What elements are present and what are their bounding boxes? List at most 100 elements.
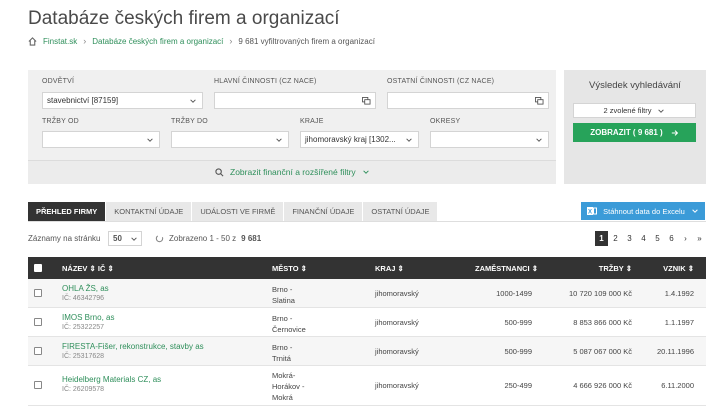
page-next[interactable]: ›: [679, 231, 692, 246]
company-revenue: 4 666 926 000 Kč: [573, 381, 632, 390]
page-last[interactable]: »: [693, 231, 706, 246]
chevron-down-icon: [190, 99, 196, 103]
per-page-label: Záznamy na stránku: [28, 234, 101, 243]
company-name-link[interactable]: IMOS Brno, as: [62, 313, 114, 322]
company-city-part: Slatina: [272, 296, 295, 305]
column-revenue-header[interactable]: TRŽBY ⇕: [599, 264, 632, 273]
company-city-part: Černovice: [272, 325, 306, 334]
chevron-down-icon: [362, 170, 369, 174]
filter-region-select[interactable]: jihomoravský kraj [1302...: [300, 131, 419, 148]
company-city: Mokrá-: [272, 371, 296, 380]
chevron-down-icon: [147, 138, 153, 142]
page-5[interactable]: 5: [651, 231, 664, 246]
company-employees: 250-499: [504, 381, 532, 390]
home-icon[interactable]: [28, 36, 37, 46]
records-summary-text: Zobrazeno 1 - 50 z: [169, 234, 237, 243]
company-founded: 20.11.1996: [657, 347, 694, 356]
column-region-header[interactable]: KRAJ ⇕: [375, 264, 404, 273]
company-name-link[interactable]: FIRESTA-Fišer, rekonstrukce, stavby as: [62, 342, 204, 351]
company-ico: IČ: 25322257: [62, 324, 105, 331]
row-checkbox[interactable]: [34, 381, 42, 389]
company-founded: 1.1.1997: [664, 318, 694, 327]
row-checkbox[interactable]: [34, 289, 42, 297]
table-row: OHLA ŽS, as IČ: 46342796 Brno - Slatina …: [28, 279, 706, 308]
advanced-filters-toggle[interactable]: Zobrazit finanční a rozšířené filtry: [215, 167, 370, 177]
breadcrumb-home-link[interactable]: Finstat.sk: [43, 37, 77, 46]
company-region: jihomoravský: [375, 289, 419, 298]
filter-revenue-to-label: TRŽBY DO: [171, 118, 208, 125]
chevron-down-icon: [276, 138, 282, 142]
loading-icon: [155, 234, 164, 243]
company-region: jihomoravský: [375, 347, 419, 356]
table-header: NÁZEV ⇕ IČ ⇕ MĚSTO ⇕ KRAJ ⇕ ZAMĚSTNANCI …: [28, 257, 706, 279]
filter-revenue-to-select[interactable]: [171, 131, 289, 148]
company-founded: 1.4.1992: [664, 289, 694, 298]
company-name-link[interactable]: OHLA ŽS, as: [62, 284, 109, 293]
selected-filters-dropdown[interactable]: 2 zvolené filtry: [573, 103, 696, 118]
filter-district-label: OKRESY: [430, 118, 461, 125]
filter-sector-label: ODVĚTVÍ: [42, 78, 75, 85]
company-city: Brno -: [272, 285, 293, 294]
filter-other-activity-label: OSTATNÍ ČINNOSTI (CZ NACE): [387, 78, 495, 85]
company-ico: IČ: 25317628: [62, 353, 105, 360]
chevron-right-icon: ›: [229, 36, 233, 46]
company-revenue: 8 853 866 000 Kč: [573, 318, 632, 327]
per-page-select[interactable]: 50: [108, 231, 142, 246]
table-row: Heidelberg Materials CZ, as IČ: 26209578…: [28, 366, 706, 406]
company-city: Brno -: [272, 343, 293, 352]
breadcrumb-section-link[interactable]: Databáze českých firem a organizací: [92, 37, 223, 46]
tab-company-overview[interactable]: PŘEHLED FIRMY: [28, 202, 107, 221]
download-excel-label: Stáhnout data do Excelu: [603, 206, 685, 216]
filter-revenue-from-select[interactable]: [42, 131, 160, 148]
company-employees: 500-999: [504, 347, 532, 356]
page-1[interactable]: 1: [595, 231, 608, 246]
show-results-button[interactable]: ZOBRAZIT ( 9 681 ): [573, 123, 696, 142]
picker-icon[interactable]: [535, 97, 544, 105]
page-2[interactable]: 2: [609, 231, 622, 246]
table-row: IMOS Brno, as IČ: 25322257 Brno - Černov…: [28, 308, 706, 337]
company-employees: 1000-1499: [496, 289, 532, 298]
result-title: Výsledek vyhledávání: [589, 80, 681, 91]
per-page-value: 50: [113, 234, 122, 243]
page-title: Databáze českých firem a organizací: [28, 8, 340, 29]
table-body: OHLA ŽS, as IČ: 46342796 Brno - Slatina …: [28, 279, 706, 406]
column-employees-header[interactable]: ZAMĚSTNANCI ⇕: [475, 264, 538, 273]
company-revenue: 5 087 067 000 Kč: [573, 347, 632, 356]
tab-other-data[interactable]: OSTATNÍ ÚDAJE: [363, 202, 439, 221]
download-excel-button[interactable]: X Stáhnout data do Excelu: [581, 202, 705, 220]
filter-region-label: KRAJE: [300, 118, 324, 125]
filter-other-activity-input[interactable]: [387, 92, 549, 109]
column-founded-header[interactable]: VZNIK ⇕: [663, 264, 694, 273]
column-city-header[interactable]: MĚSTO ⇕: [272, 264, 307, 273]
pagination: 1 2 3 4 5 6 › »: [595, 231, 706, 246]
company-revenue: 10 720 109 000 Kč: [569, 289, 632, 298]
company-city-part: Trnitá: [272, 354, 291, 363]
select-all-checkbox[interactable]: [34, 264, 42, 272]
company-employees: 500-999: [504, 318, 532, 327]
company-city: Brno -: [272, 314, 293, 323]
page-6[interactable]: 6: [665, 231, 678, 246]
filter-main-activity-input[interactable]: [214, 92, 376, 109]
company-ico: IČ: 26209578: [62, 386, 105, 393]
filter-district-select[interactable]: [430, 131, 549, 148]
picker-icon[interactable]: [362, 97, 371, 105]
records-total: 9 681: [241, 234, 262, 243]
page-4[interactable]: 4: [637, 231, 650, 246]
chevron-down-icon: [692, 209, 698, 213]
company-region: jihomoravský: [375, 381, 419, 390]
tab-financial-data[interactable]: FINANČNÍ ÚDAJE: [284, 202, 364, 221]
filter-sector-select[interactable]: stavebnictví [87159]: [42, 92, 203, 109]
tab-contact-info[interactable]: KONTAKTNÍ ÚDAJE: [106, 202, 193, 221]
column-name-header[interactable]: NÁZEV ⇕ IČ ⇕: [62, 264, 114, 273]
row-checkbox[interactable]: [34, 347, 42, 355]
tab-company-events[interactable]: UDÁLOSTI VE FIRMĚ: [192, 202, 285, 221]
listing-toolbar: Záznamy na stránku 50 Zobrazeno 1 - 50 z…: [28, 230, 706, 248]
chevron-down-icon: [131, 237, 137, 241]
row-checkbox[interactable]: [34, 318, 42, 326]
companies-table: NÁZEV ⇕ IČ ⇕ MĚSTO ⇕ KRAJ ⇕ ZAMĚSTNANCI …: [28, 257, 706, 406]
search-icon: [215, 167, 224, 176]
page-3[interactable]: 3: [623, 231, 636, 246]
company-name-link[interactable]: Heidelberg Materials CZ, as: [62, 375, 161, 384]
company-city-part: Horákov -: [272, 382, 305, 391]
divider: [28, 221, 706, 222]
